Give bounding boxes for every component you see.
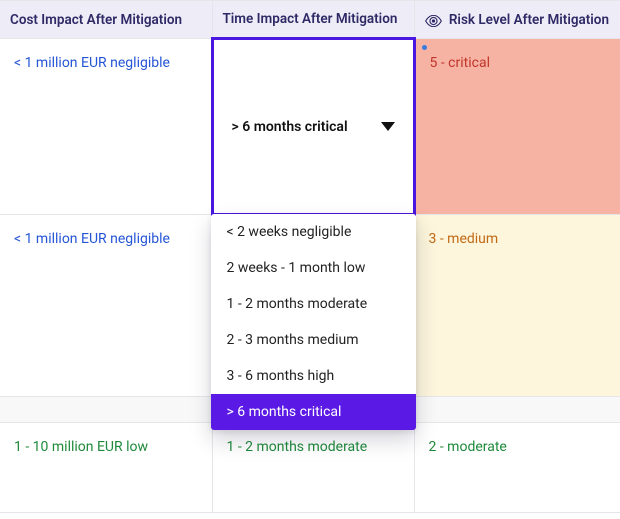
spacer-cell bbox=[414, 397, 620, 423]
col-header-cost[interactable]: Cost Impact After Mitigation bbox=[0, 1, 212, 39]
time-value: 1 - 2 months moderate bbox=[227, 439, 368, 455]
time-option-selected[interactable]: > 6 months critical bbox=[211, 394, 416, 430]
cell-cost[interactable]: < 1 million EUR negligible bbox=[0, 39, 212, 215]
time-dropdown-trigger[interactable]: > 6 months critical bbox=[214, 40, 413, 213]
mitigation-table: Cost Impact After Mitigation Time Impact… bbox=[0, 0, 620, 513]
indicator-dot-icon bbox=[422, 45, 427, 50]
cell-time[interactable]: 1 - 2 months moderate bbox=[212, 423, 414, 513]
time-option[interactable]: 1 - 2 months moderate bbox=[211, 286, 416, 322]
cost-value: 1 - 10 million EUR low bbox=[14, 439, 148, 455]
time-option[interactable]: 2 - 3 months medium bbox=[211, 322, 416, 358]
col-header-risk[interactable]: Risk Level After Mitigation bbox=[414, 1, 620, 39]
time-dropdown-panel: < 2 weeks negligible 2 weeks - 1 month l… bbox=[211, 214, 416, 430]
table-row: 1 - 10 million EUR low 1 - 2 months mode… bbox=[0, 423, 620, 513]
risk-value: 5 - critical bbox=[430, 55, 491, 71]
col-header-risk-label: Risk Level After Mitigation bbox=[449, 12, 609, 28]
cell-risk[interactable]: 5 - critical bbox=[414, 39, 620, 215]
col-header-time[interactable]: Time Impact After Mitigation bbox=[212, 1, 414, 39]
spacer-cell bbox=[0, 397, 212, 423]
cost-value: < 1 million EUR negligible bbox=[14, 55, 170, 71]
table-header-row: Cost Impact After Mitigation Time Impact… bbox=[0, 1, 620, 39]
chevron-down-icon bbox=[381, 122, 395, 131]
cell-time-dropdown[interactable]: > 6 months critical < 2 weeks negligible… bbox=[212, 39, 414, 215]
cost-value: < 1 million EUR negligible bbox=[14, 231, 170, 247]
col-header-cost-label: Cost Impact After Mitigation bbox=[10, 12, 182, 28]
time-option[interactable]: < 2 weeks negligible bbox=[211, 214, 416, 250]
time-dropdown-selected: > 6 months critical bbox=[232, 119, 348, 135]
col-header-time-label: Time Impact After Mitigation bbox=[223, 11, 398, 27]
cell-risk[interactable]: 2 - moderate bbox=[414, 423, 620, 513]
cell-cost[interactable]: < 1 million EUR negligible bbox=[0, 215, 212, 397]
time-option[interactable]: 3 - 6 months high bbox=[211, 358, 416, 394]
risk-value: 3 - medium bbox=[429, 231, 499, 247]
risk-value: 2 - moderate bbox=[429, 439, 507, 455]
table-row: < 1 million EUR negligible > 6 months cr… bbox=[0, 39, 620, 215]
cell-cost[interactable]: 1 - 10 million EUR low bbox=[0, 423, 212, 513]
time-option[interactable]: 2 weeks - 1 month low bbox=[211, 250, 416, 286]
cell-risk[interactable]: 3 - medium bbox=[414, 215, 620, 397]
eye-icon bbox=[425, 15, 442, 27]
